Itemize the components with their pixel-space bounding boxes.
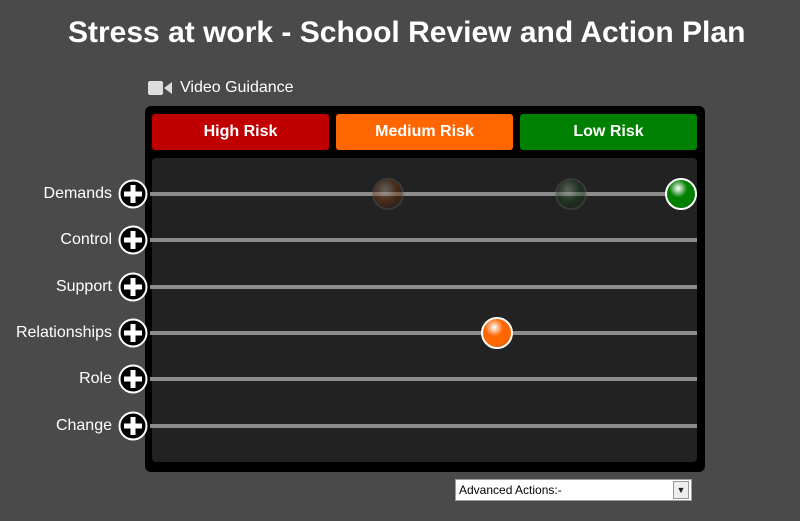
rating-track-support[interactable]: [150, 285, 697, 289]
risk-panel: High Risk Medium Risk Low Risk: [145, 106, 705, 472]
medium-risk-button[interactable]: Medium Risk: [336, 114, 513, 150]
row-label-relationships: Relationships: [15, 324, 112, 341]
expand-relationships-plus-icon[interactable]: [118, 318, 148, 348]
row-label-role: Role: [79, 370, 112, 387]
expand-demands-plus-icon[interactable]: [118, 179, 148, 209]
expand-control-plus-icon[interactable]: [118, 225, 148, 255]
rating-track-relationships[interactable]: [150, 331, 697, 335]
rating-track-change[interactable]: [150, 424, 697, 428]
page-title: Stress at work - School Review and Actio…: [68, 16, 746, 49]
ghost-rating-marker: [371, 178, 404, 210]
chevron-down-icon: ▼: [673, 481, 689, 499]
expand-support-plus-icon[interactable]: [118, 272, 148, 302]
rating-track-control[interactable]: [150, 238, 697, 242]
rating-track-area: [152, 158, 697, 462]
row-label-change: Change: [55, 417, 112, 434]
rating-track-role[interactable]: [150, 377, 697, 381]
video-camera-icon: [148, 81, 172, 95]
low-risk-button[interactable]: Low Risk: [520, 114, 697, 150]
row-label-demands: Demands: [43, 185, 112, 202]
advanced-actions-value: Advanced Actions:-: [459, 483, 562, 497]
expand-change-plus-icon[interactable]: [118, 411, 148, 441]
row-label-control: Control: [60, 231, 112, 248]
video-guidance-label: Video Guidance: [180, 79, 294, 96]
row-label-support: Support: [55, 278, 112, 295]
rating-marker-demands[interactable]: [664, 178, 697, 210]
ghost-rating-marker: [555, 178, 588, 210]
rating-track-demands[interactable]: [150, 192, 697, 196]
high-risk-button[interactable]: High Risk: [152, 114, 329, 150]
rating-marker-relationships[interactable]: [481, 317, 514, 349]
expand-role-plus-icon[interactable]: [118, 364, 148, 394]
video-guidance-link[interactable]: Video Guidance: [148, 79, 294, 97]
advanced-actions-select[interactable]: Advanced Actions:- ▼: [455, 479, 692, 501]
